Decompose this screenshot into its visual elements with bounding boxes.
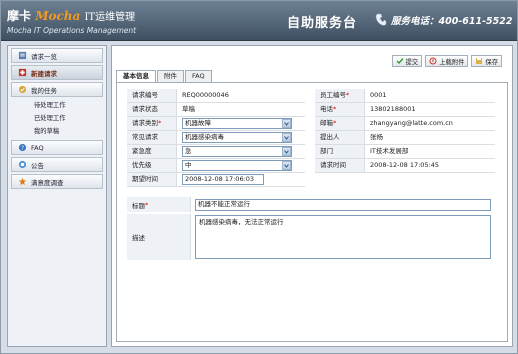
sidebar-item-label: 请求一览 (31, 52, 57, 61)
field-label: 常见请求 (127, 131, 177, 144)
app-window: 摩卡 Mocha IT运维管理 Mocha IT Operations Mana… (0, 0, 518, 354)
list-icon (18, 51, 27, 60)
field-expected-time: 期望时间 2008-12-08 17:06:03 (127, 173, 305, 187)
sidebar-item-label: 满意度调查 (31, 178, 64, 187)
page-title: 自助服务台 (287, 16, 358, 31)
urgency-select[interactable]: 急 (182, 146, 292, 157)
field-request-status: 请求状态 草稿 (127, 103, 305, 117)
sidebar-item-survey[interactable]: 满意度调查 (11, 174, 103, 189)
form-panel: 请求编号 REQ00000046 请求状态 草稿 请求类别* 机器故障 常见请求… (116, 82, 508, 342)
sidebar-item-request-list[interactable]: 请求一览 (11, 48, 103, 63)
phone-value: 13802188001 (370, 105, 416, 113)
request-status-value: 草稿 (182, 105, 195, 113)
chevron-down-icon (282, 119, 291, 128)
field-requester: 提出人 张杨 (315, 131, 495, 145)
logo-mocha: Mocha (35, 9, 81, 23)
sidebar-item-my-tasks[interactable]: 我的任务 (11, 82, 103, 97)
field-title: 标题 * 机器不能正常运行 (127, 197, 495, 212)
field-label: 紧急度 (127, 145, 177, 158)
requester-value: 张杨 (370, 133, 383, 141)
field-request-number: 请求编号 REQ00000046 (127, 89, 305, 103)
sidebar-item-label: 我的任务 (31, 86, 57, 95)
department-value: IT技术发展部 (370, 147, 409, 155)
sidebar-item-label: 新建请求 (31, 69, 57, 78)
chevron-down-icon (282, 147, 291, 156)
sidebar-subitem-pending[interactable]: 待处理工作 (8, 99, 106, 112)
title-input[interactable]: 机器不能正常运行 (195, 198, 491, 211)
field-request-time: 请求时间 2008-12-08 17:05:45 (315, 159, 495, 173)
phone-icon (375, 13, 387, 26)
field-employee-number: 员工编号* 0001 (315, 89, 495, 103)
tab-faq[interactable]: FAQ (185, 70, 212, 82)
main-content: 提交 上载附件 保存 基本信息 附件 FAQ 请求编号 REQ00000046 (111, 45, 513, 347)
field-label: 请求编号 (127, 89, 177, 102)
attachment-icon (429, 57, 437, 65)
tab-bar: 基本信息 附件 FAQ (116, 70, 213, 82)
save-icon (476, 58, 483, 64)
email-value: zhangyang@latte.com.cn (370, 119, 453, 127)
header-bar: 摩卡 Mocha IT运维管理 Mocha IT Operations Mana… (1, 1, 517, 41)
service-phone: 服务电话：400-611-5522 (375, 13, 513, 27)
tab-basic-info[interactable]: 基本信息 (116, 70, 156, 82)
request-time-value: 2008-12-08 17:05:45 (370, 161, 440, 169)
sidebar-item-label: FAQ (31, 143, 44, 152)
logo-suffix: IT运维管理 (84, 12, 136, 23)
survey-icon (18, 177, 27, 186)
logo-subtitle: Mocha IT Operations Management (7, 26, 137, 35)
new-request-icon (18, 68, 27, 77)
field-email: 邮箱* zhangyang@latte.com.cn (315, 117, 495, 131)
svg-text:?: ? (21, 146, 24, 152)
field-description: 描述 机器感染病毒，无法正常运行 (127, 214, 495, 260)
field-label: 标题 * (127, 197, 191, 212)
logo: 摩卡 Mocha IT运维管理 Mocha IT Operations Mana… (7, 7, 136, 35)
field-label: 请求时间 (315, 159, 365, 172)
chevron-down-icon (282, 133, 291, 142)
field-label: 期望时间 (127, 173, 177, 186)
common-request-select[interactable]: 机器感染病毒 (182, 132, 292, 143)
tab-attachments[interactable]: 附件 (157, 70, 184, 82)
priority-select[interactable]: 中 (182, 160, 292, 171)
submit-label: 提交 (405, 58, 419, 66)
field-label: 描述 (127, 214, 191, 260)
employee-number-value: 0001 (370, 91, 387, 99)
field-phone: 电话* 13802188001 (315, 103, 495, 117)
chevron-down-icon (282, 161, 291, 170)
sidebar-item-label: 公告 (31, 161, 44, 170)
toolbar: 提交 上载附件 保存 (391, 55, 502, 67)
submit-button[interactable]: 提交 (391, 55, 423, 67)
field-priority: 优先级 中 (127, 159, 305, 173)
field-common-request: 常见请求 机器感染病毒 (127, 131, 305, 145)
field-label: 提出人 (315, 131, 365, 144)
request-number-value: REQ00000046 (182, 91, 229, 99)
sidebar-item-new-request[interactable]: 新建请求 (11, 65, 103, 80)
logo-brand: 摩卡 (7, 9, 32, 23)
request-category-select[interactable]: 机器故障 (182, 118, 292, 129)
field-label: 员工编号* (315, 89, 365, 102)
save-label: 保存 (485, 58, 498, 66)
field-urgency: 紧急度 急 (127, 145, 305, 159)
field-label: 请求状态 (127, 103, 177, 116)
sidebar-subitem-drafts[interactable]: 我的草稿 (8, 125, 106, 138)
sidebar-item-faq[interactable]: ? FAQ (11, 140, 103, 155)
upload-label: 上载附件 (439, 58, 465, 66)
field-label: 部门 (315, 145, 365, 158)
expected-time-input[interactable]: 2008-12-08 17:06:03 (182, 174, 264, 185)
field-department: 部门 IT技术发展部 (315, 145, 495, 159)
sidebar-item-announcement[interactable]: 公告 (11, 157, 103, 172)
field-request-category: 请求类别* 机器故障 (127, 117, 305, 131)
tasks-icon (18, 85, 27, 94)
save-button[interactable]: 保存 (471, 55, 502, 67)
sidebar: 请求一览 新建请求 我的任务 待处理工作 已处理工作 我的草稿 ? FAQ 公告… (7, 45, 107, 347)
field-label: 优先级 (127, 159, 177, 172)
sidebar-subitem-processed[interactable]: 已处理工作 (8, 112, 106, 125)
description-textarea[interactable]: 机器感染病毒，无法正常运行 (195, 215, 491, 259)
phone-text: 服务电话：400-611-5522 (391, 16, 513, 27)
field-label: 邮箱* (315, 117, 365, 130)
field-label: 电话* (315, 103, 365, 116)
announcement-icon (18, 160, 27, 169)
checkmark-icon (396, 58, 404, 65)
faq-icon: ? (18, 143, 27, 152)
field-label: 请求类别* (127, 117, 177, 130)
upload-attachment-button[interactable]: 上载附件 (425, 55, 469, 67)
